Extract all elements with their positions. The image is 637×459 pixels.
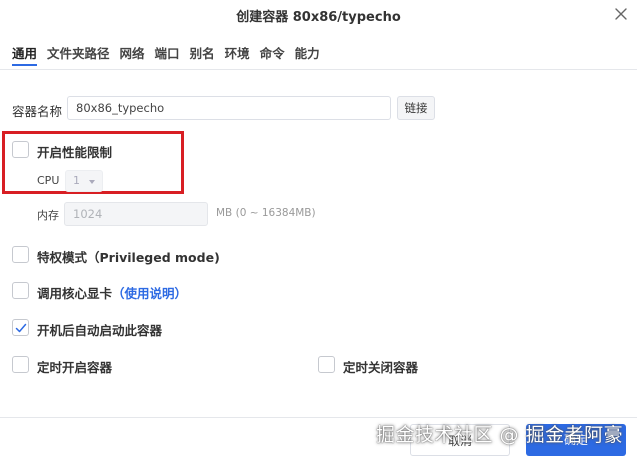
tabs-divider bbox=[0, 69, 637, 70]
tab-environment[interactable]: 环境 bbox=[225, 46, 250, 66]
link-button[interactable]: 链接 bbox=[397, 96, 435, 120]
usage-help-link[interactable]: （使用说明） bbox=[112, 286, 187, 301]
timed-start-checkbox[interactable] bbox=[12, 356, 29, 373]
privileged-label: 特权模式（Privileged mode) bbox=[37, 250, 220, 265]
cpu-label: CPU bbox=[37, 174, 60, 187]
timed-stop-label: 定时关闭容器 bbox=[343, 360, 419, 375]
memory-unit: MB (0 ~ 16384MB) bbox=[216, 207, 316, 219]
cpu-select-value: 1 bbox=[73, 174, 80, 187]
tab-folder-paths[interactable]: 文件夹路径 bbox=[47, 46, 110, 66]
perf-limit-label: 开启性能限制 bbox=[37, 145, 113, 160]
tab-ports[interactable]: 端口 bbox=[155, 46, 180, 66]
container-name-input[interactable] bbox=[67, 96, 391, 120]
autostart-label: 开机后自动启动此容器 bbox=[37, 323, 163, 338]
memory-label: 内存 bbox=[37, 209, 59, 222]
tab-network[interactable]: 网络 bbox=[120, 46, 145, 66]
gpu-label: 调用核心显卡 bbox=[37, 286, 113, 301]
timed-stop-checkbox[interactable] bbox=[318, 356, 335, 373]
tab-general[interactable]: 通用 bbox=[12, 46, 38, 66]
tab-bar: 通用 文件夹路径 网络 端口 别名 环境 命令 能力 bbox=[12, 46, 330, 70]
gpu-checkbox[interactable] bbox=[12, 282, 29, 299]
close-icon[interactable] bbox=[613, 6, 629, 22]
dialog-title: 创建容器 80x86/typecho bbox=[236, 10, 401, 25]
perf-limit-checkbox[interactable] bbox=[12, 141, 29, 158]
autostart-checkbox[interactable] bbox=[12, 319, 29, 336]
timed-start-label: 定时开启容器 bbox=[37, 360, 113, 375]
watermark: 掘金技术社区 @ 掘金者阿豪 bbox=[376, 424, 624, 446]
privileged-checkbox[interactable] bbox=[12, 246, 29, 263]
gpu-label-row: 调用核心显卡（使用说明） bbox=[37, 283, 187, 302]
chevron-down-icon bbox=[89, 180, 95, 184]
tab-command[interactable]: 命令 bbox=[260, 46, 285, 66]
footer-divider bbox=[0, 417, 637, 418]
tab-aliases[interactable]: 别名 bbox=[190, 46, 215, 66]
container-name-label: 容器名称 bbox=[12, 104, 63, 119]
dialog-header: 创建容器 80x86/typecho bbox=[0, 0, 637, 30]
cpu-select[interactable]: 1 bbox=[65, 170, 103, 192]
tab-capabilities[interactable]: 能力 bbox=[295, 46, 320, 66]
check-icon bbox=[15, 323, 27, 333]
memory-input[interactable] bbox=[64, 202, 208, 226]
